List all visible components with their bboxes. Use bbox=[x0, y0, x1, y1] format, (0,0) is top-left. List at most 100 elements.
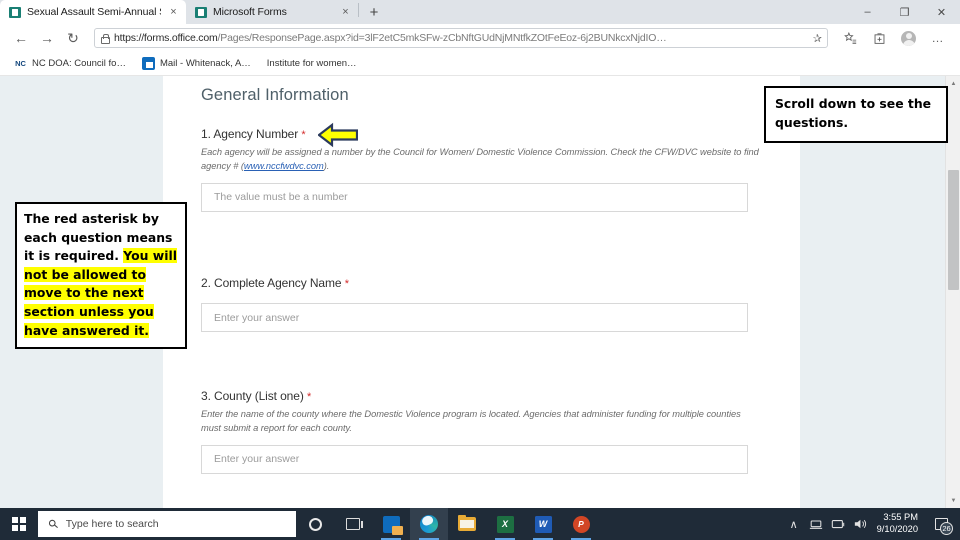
annotation-required-note: The red asterisk by each question means … bbox=[15, 202, 187, 350]
close-icon[interactable]: × bbox=[167, 6, 180, 19]
question-text: Complete Agency Name bbox=[214, 276, 342, 290]
annotation-text: Scroll down to see the questions. bbox=[775, 96, 932, 130]
question-label: 3. County (List one) * bbox=[201, 389, 761, 403]
annotation-scroll-note: Scroll down to see the questions. bbox=[764, 86, 948, 143]
task-view-button[interactable] bbox=[334, 508, 372, 540]
start-button[interactable] bbox=[0, 508, 38, 540]
clock-date: 9/10/2020 bbox=[876, 524, 918, 534]
question-number: 3. bbox=[201, 389, 211, 403]
bookmark-label: Institute for women… bbox=[266, 58, 357, 69]
settings-more-icon[interactable]: … bbox=[923, 26, 952, 50]
bookmarks-bar: NC NC DOA: Council fo… Mail - Whitenack,… bbox=[0, 52, 960, 140]
bookmark-item[interactable]: Institute for women… bbox=[0, 56, 363, 140]
required-asterisk: * bbox=[306, 391, 312, 403]
taskbar-app-edge[interactable] bbox=[410, 508, 448, 540]
browser-window: Sexual Assault Semi-Annual Stati × Micro… bbox=[0, 0, 960, 508]
clock-time: 3:55 PM bbox=[883, 512, 918, 523]
url-path: /Pages/ResponsePage.aspx?id=3lF2etC5mkSF… bbox=[217, 32, 667, 44]
refresh-icon[interactable]: ↻ bbox=[60, 26, 86, 50]
left-pointing-arrow-icon bbox=[317, 122, 359, 148]
question-text: Agency Number bbox=[213, 127, 299, 141]
browser-tab-active[interactable]: Sexual Assault Semi-Annual Stati × bbox=[0, 0, 186, 24]
required-asterisk: * bbox=[344, 278, 349, 290]
taskbar-app-file-explorer[interactable] bbox=[448, 508, 486, 540]
question-number: 2. bbox=[201, 276, 211, 290]
question-number: 1. bbox=[201, 127, 211, 141]
tab-title: Sexual Assault Semi-Annual Stati bbox=[27, 6, 161, 18]
favorites-list-icon[interactable] bbox=[836, 26, 865, 50]
bookmark-item[interactable]: NC NC DOA: Council fo… bbox=[8, 55, 132, 72]
page-title: General Information bbox=[201, 86, 349, 104]
window-controls: – ❐ ✕ bbox=[849, 0, 960, 24]
tab-title: Microsoft Forms bbox=[213, 6, 287, 18]
notification-center-button[interactable]: 26 bbox=[926, 508, 956, 540]
divider bbox=[358, 2, 359, 17]
windows-logo-icon bbox=[12, 517, 26, 531]
folder-icon bbox=[458, 514, 476, 531]
network-icon[interactable] bbox=[805, 508, 827, 540]
outlook-icon bbox=[382, 515, 403, 535]
system-tray: ∧ 3:55 PM 9/10/2020 26 bbox=[783, 508, 960, 540]
browser-toolbar-icons: … bbox=[836, 26, 952, 50]
taskbar-app-powerpoint[interactable]: P bbox=[562, 508, 600, 540]
scroll-up-icon[interactable]: ▲ bbox=[946, 76, 960, 91]
bookmark-label: Mail - Whitenack, A… bbox=[159, 58, 251, 69]
required-asterisk: * bbox=[301, 129, 306, 141]
cortana-button[interactable] bbox=[296, 508, 334, 540]
new-tab-button[interactable]: + bbox=[361, 0, 387, 24]
ncfwdvc-link[interactable]: www.nccfwdvc.com bbox=[244, 161, 324, 171]
tab-strip: Sexual Assault Semi-Annual Stati × Micro… bbox=[0, 0, 960, 24]
notification-count-badge: 26 bbox=[940, 522, 953, 535]
description-text-after: ). bbox=[323, 160, 330, 171]
profile-avatar-icon[interactable] bbox=[894, 26, 923, 50]
outlook-icon bbox=[141, 57, 155, 70]
forms-card: General Information 1. Agency Number * E… bbox=[163, 76, 800, 508]
volume-icon[interactable] bbox=[849, 508, 871, 540]
input-placeholder: Enter your answer bbox=[214, 311, 300, 324]
input-placeholder: The value must be a number bbox=[214, 191, 348, 203]
favorites-star-icon[interactable]: ✰ bbox=[809, 32, 822, 45]
collections-icon[interactable] bbox=[865, 26, 894, 50]
scroll-down-icon[interactable]: ▼ bbox=[946, 493, 960, 508]
magnifier-icon: ⚲ bbox=[45, 516, 62, 532]
task-view-icon bbox=[346, 518, 363, 530]
search-placeholder: Type here to search bbox=[65, 518, 159, 530]
close-window-icon[interactable]: ✕ bbox=[923, 0, 960, 24]
url-origin: https://forms.office.com bbox=[114, 32, 218, 44]
question-label: 1. Agency Number * bbox=[201, 127, 761, 141]
question-3: 3. County (List one) * Enter the name of… bbox=[201, 389, 761, 474]
question-1: 1. Agency Number * Each agency will be a… bbox=[201, 127, 761, 212]
question-description: Enter the name of the county where the D… bbox=[201, 409, 741, 433]
agency-name-input[interactable]: Enter your answer bbox=[201, 303, 748, 332]
close-icon[interactable]: × bbox=[339, 6, 352, 19]
minimize-icon[interactable]: – bbox=[849, 0, 886, 24]
question-label: 2. Complete Agency Name * bbox=[201, 276, 748, 290]
county-input[interactable]: Enter your answer bbox=[201, 444, 748, 474]
bookmark-item[interactable]: Mail - Whitenack, A… bbox=[136, 55, 257, 72]
navigation-bar: ← → ↻ https://forms.office.com/Pages/Res… bbox=[0, 24, 960, 52]
nc-icon: NC bbox=[15, 59, 26, 68]
question-text: County (List one) bbox=[214, 389, 304, 403]
agency-number-input[interactable]: The value must be a number bbox=[201, 182, 748, 212]
powerpoint-icon: P bbox=[572, 515, 590, 533]
browser-tab-inactive[interactable]: Microsoft Forms × bbox=[186, 0, 358, 24]
scrollbar-thumb[interactable] bbox=[948, 170, 959, 290]
windows-taskbar: ⚲ Type here to search X W P ∧ 3:55 PM 9/… bbox=[0, 508, 960, 540]
cortana-icon bbox=[308, 517, 322, 531]
back-icon[interactable]: ← bbox=[8, 26, 34, 50]
question-2: 2. Complete Agency Name * Enter your ans… bbox=[201, 276, 748, 332]
taskbar-app-excel[interactable]: X bbox=[486, 508, 524, 540]
forward-icon[interactable]: → bbox=[34, 26, 60, 50]
question-description: Each agency will be assigned a number by… bbox=[201, 146, 761, 174]
chevron-up-icon[interactable]: ∧ bbox=[783, 508, 805, 540]
url-text: https://forms.office.com/Pages/ResponseP… bbox=[114, 32, 804, 44]
taskbar-app-word[interactable]: W bbox=[524, 508, 562, 540]
taskbar-search-input[interactable]: ⚲ Type here to search bbox=[38, 511, 296, 537]
address-bar[interactable]: https://forms.office.com/Pages/ResponseP… bbox=[94, 28, 828, 48]
taskbar-app-outlook[interactable] bbox=[372, 508, 410, 540]
word-icon: W bbox=[534, 515, 552, 533]
taskbar-clock[interactable]: 3:55 PM 9/10/2020 bbox=[871, 512, 926, 535]
maximize-icon[interactable]: ❐ bbox=[886, 0, 923, 24]
display-icon[interactable] bbox=[827, 508, 849, 540]
excel-icon: X bbox=[496, 515, 514, 533]
